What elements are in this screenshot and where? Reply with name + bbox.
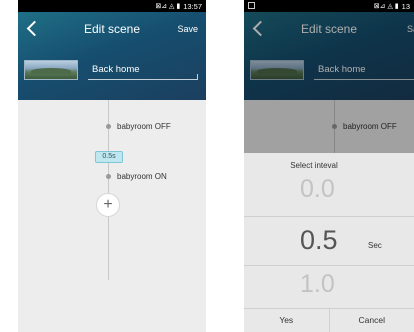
- header: Edit scene Save Back home: [18, 12, 206, 100]
- cancel-button[interactable]: Cancel: [328, 309, 414, 332]
- status-time: 13: [401, 1, 410, 11]
- status-time: 13:57: [183, 1, 202, 11]
- picker-selected-value[interactable]: 0.5: [300, 225, 338, 256]
- picker-option[interactable]: 0.0: [300, 175, 335, 204]
- dialog-title: Select inteval: [290, 161, 338, 170]
- list-item[interactable]: babyroom ON: [104, 172, 167, 181]
- unit-label: Sec: [368, 241, 382, 250]
- phone-screen-right: ⊠⊿ ◬ ▮ 13 Edit scene Sa Back home babyro…: [244, 0, 414, 332]
- plus-icon: +: [103, 196, 113, 213]
- delay-badge[interactable]: 0.5s: [95, 151, 123, 163]
- phone-screen-left: ⊠⊿ ◬ ▮ 13:57 Edit scene Save Back home b…: [18, 0, 206, 332]
- add-step-button[interactable]: +: [96, 193, 120, 217]
- bullet-icon: [106, 124, 111, 129]
- bullet-icon: [106, 174, 111, 179]
- status-icons: ⊠⊿ ◬ ▮: [373, 3, 399, 10]
- scene-timeline: babyroom OFF 0.5s babyroom ON +: [18, 100, 206, 332]
- status-bar: ⊠⊿ ◬ ▮ 13:57: [18, 0, 206, 12]
- step-label: babyroom ON: [117, 172, 167, 181]
- status-bar: ⊠⊿ ◬ ▮ 13: [244, 0, 414, 12]
- scene-thumbnail[interactable]: [24, 60, 78, 80]
- divider: [244, 216, 414, 217]
- scene-name-field[interactable]: Back home: [88, 58, 198, 80]
- notification-icon: [248, 2, 255, 9]
- dialog-buttons: Yes Cancel: [244, 308, 414, 332]
- divider: [244, 265, 414, 266]
- save-button[interactable]: Save: [177, 24, 198, 34]
- step-label: babyroom OFF: [117, 122, 171, 131]
- status-icons: ⊠⊿ ◬ ▮: [155, 3, 181, 10]
- picker-option[interactable]: 1.0: [300, 270, 335, 299]
- yes-button[interactable]: Yes: [244, 309, 329, 332]
- interval-picker-dialog: Select inteval 0.0 0.5 Sec 1.0 Yes Cance…: [244, 153, 414, 332]
- list-item[interactable]: babyroom OFF: [104, 122, 171, 131]
